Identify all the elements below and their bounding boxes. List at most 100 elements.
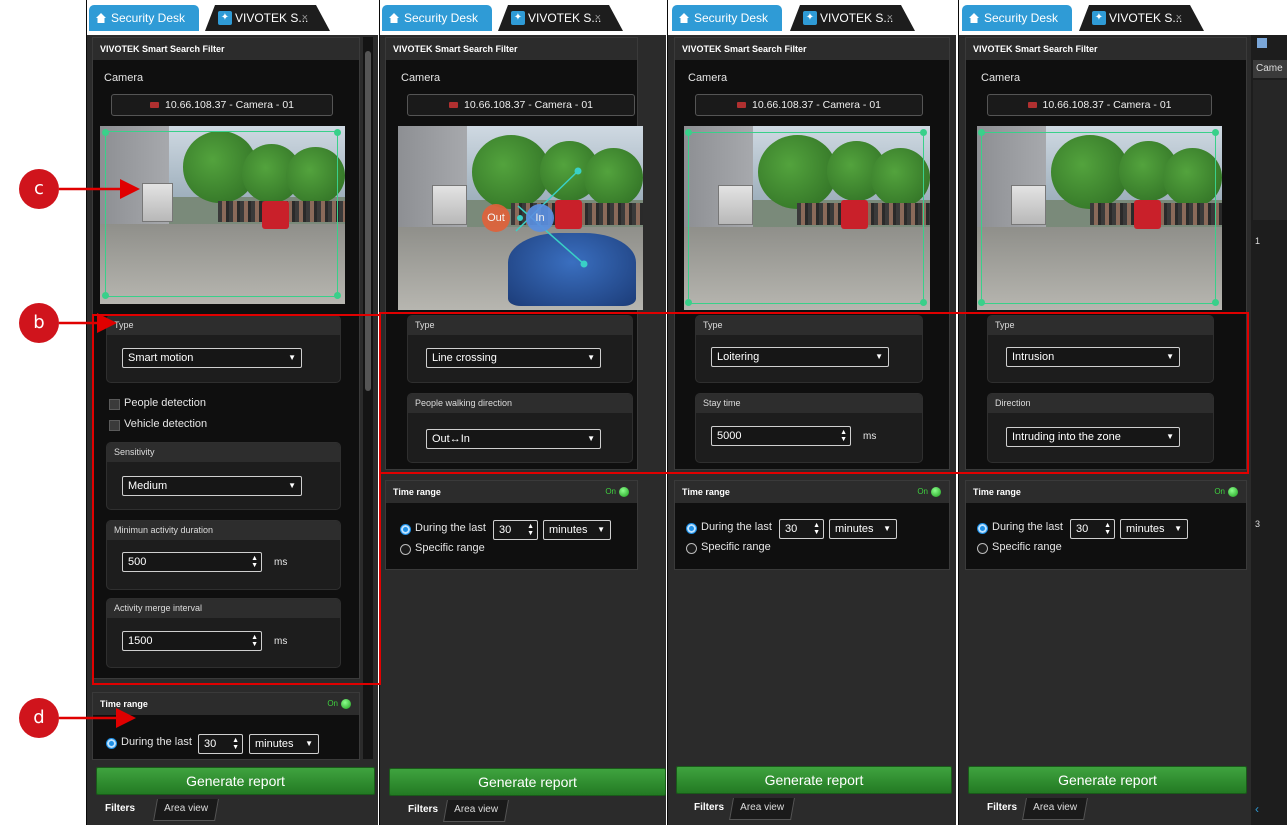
generate-report-button[interactable]: Generate report [96, 767, 375, 795]
tab-bar: Security Desk ✦ VIVOTEK S... × [668, 0, 956, 35]
camera-label: Camera [688, 72, 728, 84]
camera-selector[interactable]: 10.66.108.37 - Camera - 01 [111, 94, 333, 116]
camera-value: 10.66.108.37 - Camera - 01 [165, 99, 294, 111]
camera-label: Camera [981, 72, 1021, 84]
camera-selector[interactable]: 10.66.108.37 - Camera - 01 [407, 94, 635, 116]
during-last-radio[interactable] [400, 524, 411, 535]
camera-value: 10.66.108.37 - Camera - 01 [752, 99, 881, 111]
close-icon[interactable]: × [1176, 5, 1182, 31]
tab-label: VIVOTEK S... [1109, 11, 1183, 25]
generate-report-button[interactable]: Generate report [968, 766, 1247, 794]
time-range-frame: Time range On During the last 30 ▲ ▼ minut… [674, 480, 950, 570]
home-icon [96, 13, 106, 23]
crossing-line[interactable] [398, 126, 643, 310]
tab-bar: Security Desk ✦ VIVOTEK S... × [380, 0, 666, 35]
tab-label: Area view [164, 803, 209, 814]
during-last-radio[interactable] [686, 523, 697, 534]
specific-range-radio[interactable] [977, 543, 988, 554]
tab-area-view[interactable]: Area view [153, 799, 219, 821]
camera-video[interactable] [977, 126, 1222, 310]
tab-label: Security Desk [694, 11, 769, 25]
time-range-toggle[interactable]: On [1214, 485, 1238, 499]
during-value: 30 [1076, 523, 1089, 535]
generate-report-button[interactable]: Generate report [676, 766, 952, 794]
camera-label: Camera [401, 72, 441, 84]
specific-range-radio[interactable] [400, 544, 411, 555]
close-icon[interactable]: × [595, 5, 601, 31]
chevron-left-icon[interactable]: ‹ [1255, 802, 1259, 816]
time-range-frame: Time range On During the last 30 ▲ ▼ minut… [385, 480, 638, 570]
during-last-radio[interactable] [977, 523, 988, 534]
camera-selector[interactable]: 10.66.108.37 - Camera - 01 [987, 94, 1212, 116]
tab-label: VIVOTEK S... [235, 11, 309, 25]
tab-filters[interactable]: Filters [686, 798, 733, 820]
vivotek-icon: ✦ [511, 11, 525, 25]
stepper-arrows-icon[interactable]: ▲ ▼ [1104, 522, 1111, 536]
tab-area-view[interactable]: Area view [1022, 798, 1088, 820]
specific-range-radio[interactable] [686, 543, 697, 554]
tab-security-desk[interactable]: Security Desk [962, 5, 1072, 31]
tab-vivotek-plugin[interactable]: ✦ VIVOTEK S... × [205, 5, 330, 31]
close-icon[interactable]: × [302, 5, 308, 31]
detection-zone[interactable] [104, 131, 338, 297]
unit-value: minutes [549, 524, 588, 536]
home-icon [389, 13, 399, 23]
tab-label: Security Desk [111, 11, 186, 25]
camera-video[interactable] [684, 126, 930, 310]
camera-icon [737, 102, 746, 109]
during-value-stepper[interactable]: 30 ▲ ▼ [1070, 519, 1115, 539]
vivotek-icon: ✦ [1092, 11, 1106, 25]
during-last-radio[interactable] [106, 738, 117, 749]
specific-range-label: Specific range [701, 541, 771, 553]
adjacent-panel-strip: Came 1 3 ‹ [1251, 0, 1287, 825]
tab-vivotek-plugin[interactable]: ✦ VIVOTEK S... × [790, 5, 915, 31]
stepper-arrows-icon[interactable]: ▲ ▼ [527, 523, 534, 537]
unit-dropdown[interactable]: minutes ▼ [249, 734, 319, 754]
tab-filters[interactable]: Filters [979, 798, 1026, 820]
time-range-label: Time range [386, 481, 637, 503]
toggle-on-icon [619, 486, 629, 497]
annotation-box-b-left [92, 314, 381, 685]
time-range-frame: Time range On During the last 30 ▲ ▼ minut… [92, 692, 360, 760]
stepper-arrows-icon[interactable]: ▲ ▼ [232, 737, 239, 751]
save-icon[interactable] [1257, 38, 1267, 48]
camera-video[interactable] [100, 126, 345, 304]
camera-icon [150, 102, 159, 109]
vivotek-icon: ✦ [803, 11, 817, 25]
during-value: 30 [785, 523, 798, 535]
stepper-arrows-icon[interactable]: ▲ ▼ [813, 522, 820, 536]
tab-filters[interactable]: Filters [97, 799, 144, 821]
tab-label: Security Desk [984, 11, 1059, 25]
close-icon[interactable]: × [887, 5, 893, 31]
time-range-toggle[interactable]: On [917, 485, 941, 499]
during-value-stepper[interactable]: 30 ▲ ▼ [493, 520, 538, 540]
generate-report-button[interactable]: Generate report [389, 768, 666, 796]
vivotek-icon: ✦ [218, 11, 232, 25]
tab-vivotek-plugin[interactable]: ✦ VIVOTEK S... × [1079, 5, 1204, 31]
detection-zone[interactable] [980, 131, 1216, 305]
home-icon [969, 13, 979, 23]
detection-zone[interactable] [687, 131, 924, 305]
tab-security-desk[interactable]: Security Desk [672, 5, 782, 31]
tab-label: Area view [740, 802, 785, 813]
tab-area-view[interactable]: Area view [443, 800, 509, 822]
tab-filters[interactable]: Filters [400, 800, 447, 822]
during-value-stepper[interactable]: 30 ▲ ▼ [198, 734, 243, 754]
camera-selector[interactable]: 10.66.108.37 - Camera - 01 [695, 94, 923, 116]
chevron-down-icon: ▼ [883, 524, 891, 533]
tab-security-desk[interactable]: Security Desk [382, 5, 492, 31]
unit-dropdown[interactable]: minutes ▼ [543, 520, 611, 540]
direction-out-label: Out [482, 204, 510, 232]
tab-area-view[interactable]: Area view [729, 798, 795, 820]
during-value: 30 [499, 524, 512, 536]
screenshot-stage: Security Desk ✦ VIVOTEK S... × VIVOTEK S… [0, 0, 1287, 825]
time-range-toggle[interactable]: On [327, 697, 351, 711]
unit-dropdown[interactable]: minutes ▼ [1120, 519, 1188, 539]
during-value-stepper[interactable]: 30 ▲ ▼ [779, 519, 824, 539]
unit-dropdown[interactable]: minutes ▼ [829, 519, 897, 539]
tab-vivotek-plugin[interactable]: ✦ VIVOTEK S... × [498, 5, 623, 31]
bottom-tabs: Filters Area view [979, 798, 1179, 820]
tab-security-desk[interactable]: Security Desk [89, 5, 199, 31]
camera-video[interactable]: Out In [398, 126, 643, 310]
time-range-toggle[interactable]: On [605, 485, 629, 499]
